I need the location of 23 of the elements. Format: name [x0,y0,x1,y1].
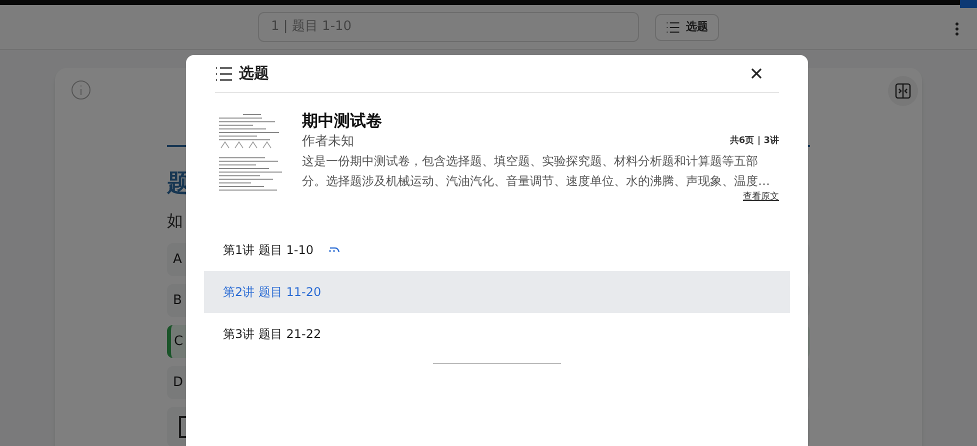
corner-marker [960,0,977,8]
list-icon [215,66,233,80]
lecture-item[interactable]: 第3讲 题目 21-22 [204,312,790,354]
split-icon [895,83,911,99]
option-letter: A [173,250,182,269]
document-title: 期中测试卷 [302,110,383,132]
select-button[interactable]: 选题 [655,14,719,40]
document-description: 这是一份期中测试卷，包含选择题、填空题、实验探究题、材料分析题和计算题等五部分。选择题涉及机械运动、汽油汽化、音量调节、速度单位、水的沸腾、声现象、温度… [302,153,771,190]
close-icon[interactable] [751,68,762,79]
lecture-item[interactable]: 第1讲 题目 1-10 [204,228,790,270]
dialog-title: 选题 [239,63,269,84]
option-letter: C [174,332,184,351]
list-icon [666,22,680,32]
bracket-icon [179,416,187,438]
option-letter: B [173,292,182,310]
lecture-item[interactable]: 第2讲 题目 11-20 [204,270,790,312]
question-text: 如 [167,210,183,232]
document-stats: 共6页 | 3讲 [730,134,779,148]
split-view-button[interactable] [888,76,918,106]
more-icon[interactable] [955,22,959,36]
view-original-link[interactable]: 查看原文 [743,191,779,204]
option-letter: D [173,374,184,392]
document-author: 作者未知 [302,133,354,151]
